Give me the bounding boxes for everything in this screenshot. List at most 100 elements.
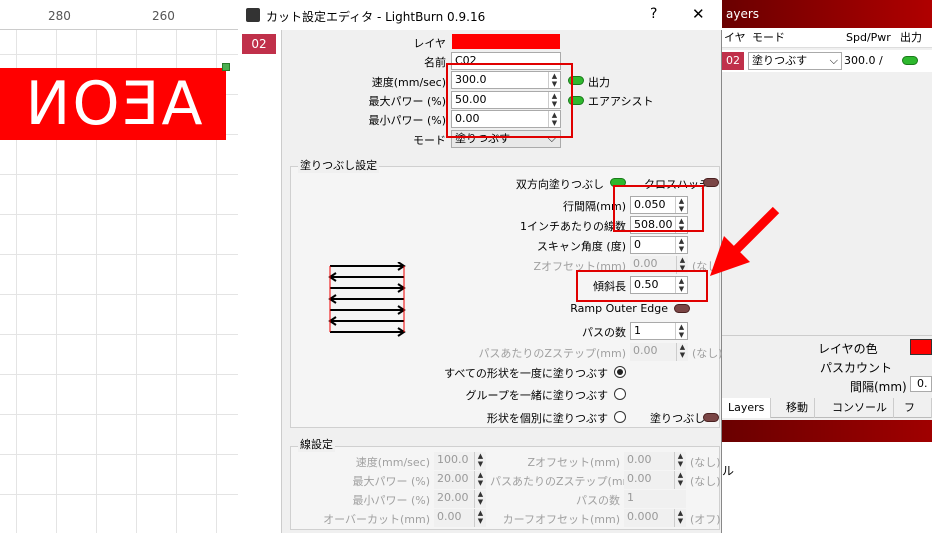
radio-fill-each[interactable] [614,411,626,423]
line-z-step-input: 0.00 ▲ ▼ [624,471,686,489]
close-button[interactable]: ✕ [692,5,705,23]
annotation-arrow-icon [710,206,780,276]
panel-content: ル [722,442,932,533]
tab-file[interactable]: ファイ [898,398,932,454]
dialog-title: カット設定エディタ - LightBurn 0.9.16 [266,10,486,24]
line-passes-value: 1 [627,491,634,504]
highlight-box [576,270,708,302]
layer-label: レイヤ [413,37,446,50]
scan-angle-value: 0 [634,238,641,251]
help-button[interactable]: ? [650,6,657,22]
selection-handle[interactable] [222,63,230,71]
layers-table-header: イヤ モード Spd/Pwr 出力 [722,28,932,48]
layer-id: 02 [722,52,744,70]
panel-tabs: Layers 移動 コンソール ファイ [722,398,932,454]
line-min-power-value: 20.00 [437,491,469,504]
layer-mode-value: 塗りつぶす [752,54,808,67]
line-z-step-label: パスあたりのZステップ(mm) [490,475,638,488]
interval-input[interactable]: 0. [910,376,932,392]
line-interval-label: 行間隔(mm) [562,200,626,213]
layer-output-toggle[interactable] [902,56,918,65]
crosshatch-toggle[interactable] [703,178,719,187]
line-z-step-value: 0.00 [627,472,652,485]
overcut-label: オーバーカット(mm) [323,513,430,526]
col-spd-pwr: Spd/Pwr [846,31,891,44]
layer-list [238,30,282,533]
radio-fill-all[interactable] [614,366,626,378]
passes-input[interactable]: 1 ▲ ▼ [630,322,688,340]
line-speed-input: 100.0 ▲ ▼ [434,452,486,470]
spin-arrows-icon: ▲ ▼ [674,452,686,470]
z-step-label: パスあたりのZステップ(mm) [478,347,626,360]
line-max-power-label: 最大パワー (%) [352,475,430,488]
tab-console[interactable]: コンソール [826,398,894,418]
lines-per-inch-label: 1インチあたりの線数 [520,220,626,233]
air-assist-label: エアアシスト [588,95,654,108]
min-power-label: 最小パワー (%) [368,114,446,127]
bidir-fill-label: 双方向塗りつぶし [515,178,604,191]
overcut-value: 0.00 [437,510,462,523]
output-label: 出力 [588,76,610,89]
kerf-offset-unit: (オフ) [690,513,721,526]
spin-arrows-icon: ▲ ▼ [474,509,486,527]
spin-arrows-icon[interactable]: ▲ ▼ [675,323,687,339]
layer-color-swatch[interactable] [910,339,932,355]
chevron-down-icon: ⌵ [829,54,838,67]
ramp-outer-edge-toggle[interactable] [674,304,690,313]
fill-toggle[interactable] [703,413,719,422]
line-max-power-value: 20.00 [437,472,469,485]
tab-move[interactable]: 移動 [780,398,815,418]
layers-panel-title: ayers [722,0,932,28]
layer-color-bar [452,34,560,49]
layer-list-item[interactable]: 02 [242,34,276,54]
spin-arrows-icon: ▲ ▼ [674,471,686,489]
passes-label: パスの数 [582,326,626,339]
ruler-tick-label: 280 [48,9,71,23]
mode-label: モード [413,134,446,147]
layer-row[interactable]: 02 塗りつぶす ⌵ 300.0 / [722,50,932,72]
line-speed-label: 速度(mm/sec) [355,456,430,469]
line-max-power-input: 20.00 ▲ ▼ [434,471,486,489]
tab-layers[interactable]: Layers [722,398,772,418]
max-power-label: 最大パワー (%) [368,95,446,108]
spin-arrows-icon: ▲ ▼ [674,509,686,527]
spin-arrows-icon: ▲ ▼ [676,343,688,361]
dialog-title-bar: カット設定エディタ - LightBurn 0.9.16 ? ✕ [238,0,722,30]
lightburn-app-icon [246,8,260,22]
scan-preview-image [328,262,406,337]
fill-settings-title: 塗りつぶし設定 [298,157,380,173]
line-z-offset-value: 0.00 [627,453,652,466]
spin-arrows-icon: ▲ ▼ [474,452,486,470]
line-speed-value: 100.0 [437,453,469,466]
spin-arrows-icon[interactable]: ▲ ▼ [675,237,687,253]
overcut-input: 0.00 ▲ ▼ [434,509,486,527]
line-z-offset-input: 0.00 ▲ ▼ [624,452,686,470]
radio-fill-group[interactable] [614,388,626,400]
kerf-offset-input: 0.000 ▲ ▼ [624,509,686,527]
interval-label: 間隔(mm) [850,380,907,394]
fill-toggle-label: 塗りつぶし [650,412,706,425]
canvas-text-object[interactable]: AEON [0,68,226,140]
name-label: 名前 [424,56,446,69]
line-min-power-label: 最小パワー (%) [352,494,430,507]
spin-arrows-icon: ▲ ▼ [474,471,486,489]
line-z-step-unit: (なし) [690,475,721,488]
kerf-offset-value: 0.000 [627,510,659,523]
line-z-offset-label: Zオフセット(mm) [527,456,620,469]
layer-spd-pwr: 300.0 / [844,54,883,67]
col-mode: モード [752,31,785,44]
panel-text: ル [722,464,735,478]
radio-fill-all-label: すべての形状を一度に塗りつぶす [444,367,608,380]
ruler-tick-label: 260 [152,9,175,23]
scan-angle-label: スキャン角度 (度) [536,240,626,253]
line-z-offset-unit: (なし) [690,456,721,469]
top-ruler: 280 260 [0,0,240,30]
z-step-input: 0.00 ▲ ▼ [630,343,688,361]
layer-mode-select[interactable]: 塗りつぶす ⌵ [748,52,842,70]
line-min-power-input: 20.00 ▲ ▼ [434,490,486,508]
z-step-value: 0.00 [633,344,658,357]
ramp-outer-edge-label: Ramp Outer Edge [570,302,668,315]
scan-angle-input[interactable]: 0 ▲ ▼ [630,236,688,254]
radio-fill-each-label: 形状を個別に塗りつぶす [486,412,608,425]
speed-label: 速度(mm/sec) [371,76,446,89]
